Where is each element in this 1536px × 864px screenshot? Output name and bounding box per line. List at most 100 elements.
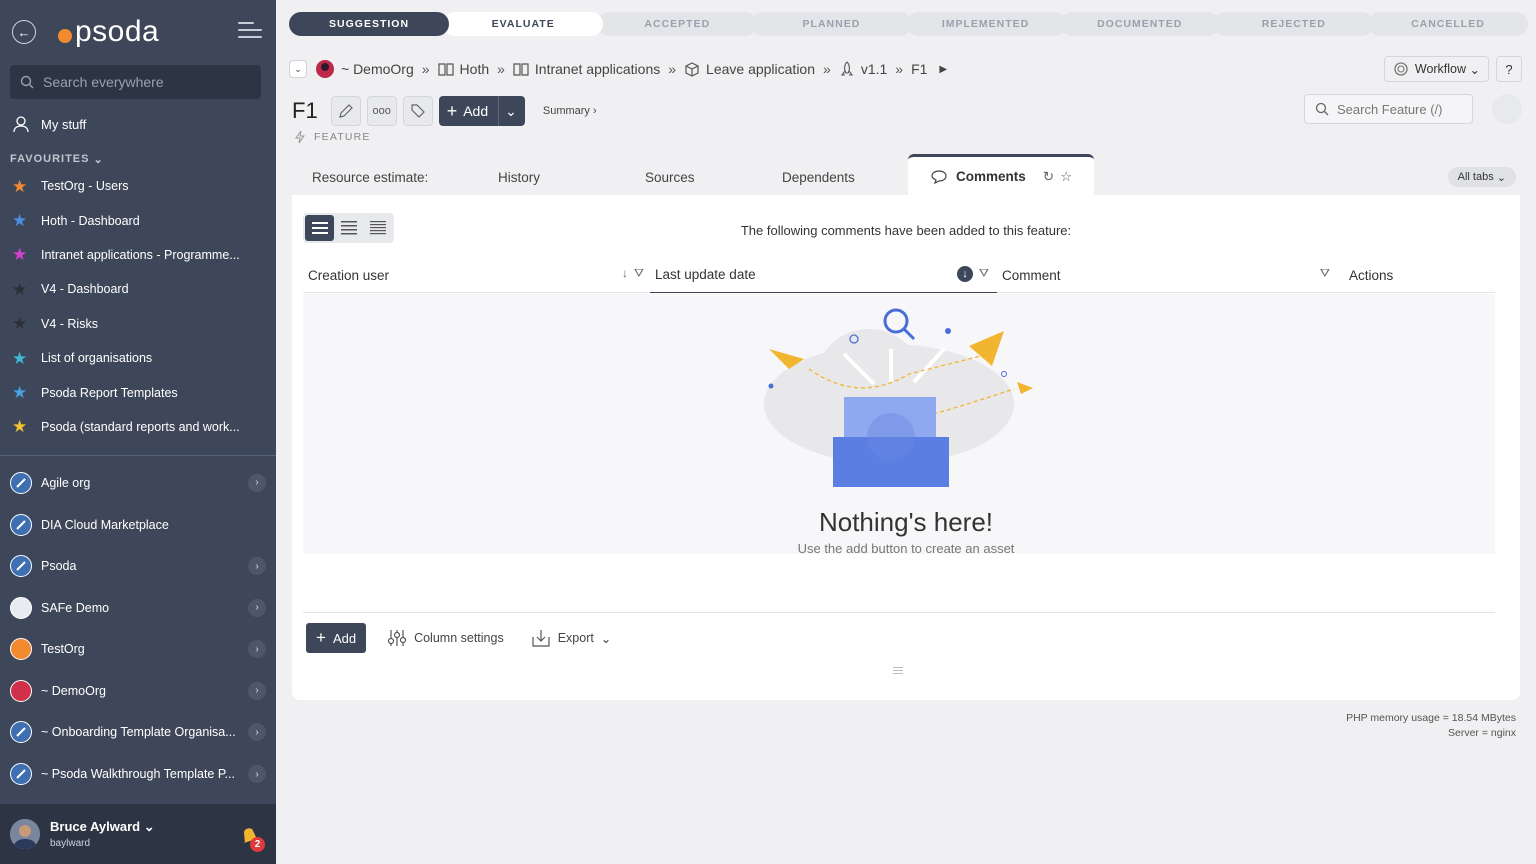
chevron-right-icon[interactable]: › (248, 473, 266, 492)
breadcrumb-portfolio[interactable]: Hoth (437, 61, 489, 77)
organisation-item[interactable]: Agile org › (0, 462, 276, 504)
stage-accepted[interactable]: ACCEPTED (597, 12, 758, 36)
organisation-label: ~ Onboarding Template Organisa... (41, 725, 236, 740)
breadcrumb: ⌄ ~ DemoOrg » Hoth » Intranet applicatio… (289, 58, 947, 80)
favourite-label: TestOrg - Users (41, 179, 129, 194)
column-settings-button[interactable]: Column settings (387, 629, 504, 647)
favourite-item[interactable]: ★ TestOrg - Users (0, 169, 276, 203)
breadcrumb-org[interactable]: ~ DemoOrg (315, 59, 414, 79)
book-icon (437, 63, 454, 76)
all-tabs-dropdown[interactable]: All tabs ⌄ (1447, 167, 1516, 187)
add-button[interactable]: + Add ⌄ (438, 96, 525, 126)
plus-icon: + (446, 100, 458, 121)
org-logo-icon (316, 60, 334, 78)
stage-planned[interactable]: PLANNED (751, 12, 912, 36)
favourites-heading[interactable]: FAVOURITES ⌄ (0, 149, 276, 169)
organisation-item[interactable]: TestOrg › (0, 629, 276, 671)
organisation-label: Psoda (41, 559, 77, 574)
workflow-dropdown[interactable]: Workflow ⌄ (1383, 56, 1489, 82)
stage-rejected[interactable]: REJECTED (1213, 12, 1374, 36)
ellipsis-icon: ooo (372, 105, 391, 117)
organisation-label: DIA Cloud Marketplace (41, 517, 169, 532)
column-creation-user[interactable]: Creation user ↓ ⛛ (303, 257, 650, 293)
global-search-input[interactable]: Search everywhere (10, 65, 261, 99)
breadcrumb-product[interactable]: Leave application (684, 61, 815, 77)
favourite-item[interactable]: ★ V4 - Risks (0, 307, 276, 341)
chevron-right-icon[interactable]: › (248, 681, 266, 700)
favourite-item[interactable]: ★ V4 - Dashboard (0, 272, 276, 306)
filter-icon[interactable]: ⛛ (634, 266, 644, 281)
favourite-item[interactable]: ★ List of organisations (0, 341, 276, 375)
tab-comments[interactable]: Comments ↻ ☆ (908, 154, 1095, 196)
organisation-item[interactable]: Psoda › (0, 545, 276, 587)
tab-sources[interactable]: Sources (645, 154, 695, 194)
chevron-right-icon[interactable]: › (248, 723, 266, 742)
edit-button[interactable] (330, 96, 361, 126)
star-icon: ★ (12, 279, 28, 299)
search-feature-input[interactable]: Search Feature (/) (1304, 94, 1473, 124)
organisation-item[interactable]: ~ Psoda Walkthrough Template P... › (0, 753, 276, 795)
panel-actions: + Add Column settings Export ⌄ (306, 623, 611, 653)
resize-grip-icon[interactable] (893, 667, 903, 676)
search-toggle-button[interactable] (1492, 94, 1522, 124)
favourite-item[interactable]: ★ Intranet applications - Programme... (0, 238, 276, 272)
psoda-logo[interactable]: psoda (58, 15, 159, 49)
tab-history[interactable]: History (498, 154, 540, 194)
tab-resource-estimates[interactable]: Resource estimate: (312, 154, 428, 194)
chevron-right-icon[interactable]: › (248, 598, 266, 617)
stage-documented[interactable]: DOCUMENTED (1059, 12, 1220, 36)
chevron-right-icon[interactable]: › (248, 765, 266, 784)
chevron-right-icon[interactable]: › (248, 640, 266, 659)
divider (303, 612, 1495, 613)
avatar[interactable] (10, 819, 40, 849)
stage-evaluate[interactable]: EVALUATE (443, 12, 604, 36)
sort-desc-icon[interactable]: ↓ (957, 266, 973, 282)
user-panel[interactable]: Bruce Aylward ⌄ baylward 2 (0, 804, 276, 864)
breadcrumb-programme[interactable]: Intranet applications (513, 61, 660, 77)
favourite-item[interactable]: ★ Psoda (standard reports and work... (0, 410, 276, 444)
sliders-icon (387, 630, 407, 646)
breadcrumb-next-icon[interactable]: ▶ (939, 64, 947, 75)
filter-icon[interactable]: ⛛ (1320, 266, 1330, 281)
organisation-item[interactable]: ~ DemoOrg › (0, 670, 276, 712)
tab-dependents[interactable]: Dependents (782, 154, 855, 194)
organisation-label: ~ DemoOrg (41, 683, 106, 698)
breadcrumb-dropdown-button[interactable]: ⌄ (289, 60, 307, 78)
chevron-right-icon[interactable]: › (248, 557, 266, 576)
star-icon[interactable]: ☆ (1060, 169, 1072, 185)
comment-icon (931, 169, 947, 184)
breadcrumb-current: F1 (911, 61, 928, 77)
filter-icon[interactable]: ⛛ (979, 266, 989, 281)
plus-icon: + (316, 628, 326, 647)
add-comment-button[interactable]: + Add (306, 623, 367, 653)
back-button[interactable]: ← (12, 20, 36, 44)
refresh-icon[interactable]: ↻ (1043, 169, 1054, 185)
favourite-item[interactable]: ★ Psoda Report Templates (0, 375, 276, 409)
stage-cancelled[interactable]: CANCELLED (1367, 12, 1528, 36)
column-comment[interactable]: Comment ⛛ (997, 257, 1344, 293)
user-name[interactable]: Bruce Aylward ⌄ (50, 819, 155, 835)
stage-suggestion[interactable]: SUGGESTION (289, 12, 450, 36)
organisation-item[interactable]: DIA Cloud Marketplace (0, 504, 276, 546)
breadcrumb-release[interactable]: v1.1 (839, 61, 887, 77)
export-dropdown[interactable]: Export ⌄ (531, 629, 611, 647)
summary-link[interactable]: Summary › (543, 105, 597, 117)
favourite-item[interactable]: ★ Hoth - Dashboard (0, 203, 276, 237)
notifications-bell-icon[interactable]: 2 (238, 824, 265, 852)
more-options-button[interactable]: ooo (366, 96, 397, 126)
favourite-label: List of organisations (41, 351, 153, 366)
organisation-item[interactable]: SAFe Demo › (0, 587, 276, 629)
stage-implemented[interactable]: IMPLEMENTED (905, 12, 1066, 36)
table-header: Creation user ↓ ⛛ Last update date ↓ ⛛ C… (303, 257, 1495, 293)
column-last-update-date[interactable]: Last update date ↓ ⛛ (650, 257, 997, 293)
empty-box-illustration (764, 308, 1033, 487)
my-stuff-link[interactable]: My stuff (0, 99, 276, 149)
help-button[interactable]: ? (1496, 56, 1522, 82)
sort-arrow-icon[interactable]: ↓ (622, 266, 628, 280)
org-avatar (10, 638, 32, 661)
chevron-down-icon[interactable]: ⌄ (505, 103, 517, 120)
tag-button[interactable] (402, 96, 433, 126)
organisation-item[interactable]: ~ Onboarding Template Organisa... › (0, 712, 276, 754)
collapse-menu-icon[interactable] (238, 22, 262, 43)
pencil-icon (338, 104, 353, 118)
